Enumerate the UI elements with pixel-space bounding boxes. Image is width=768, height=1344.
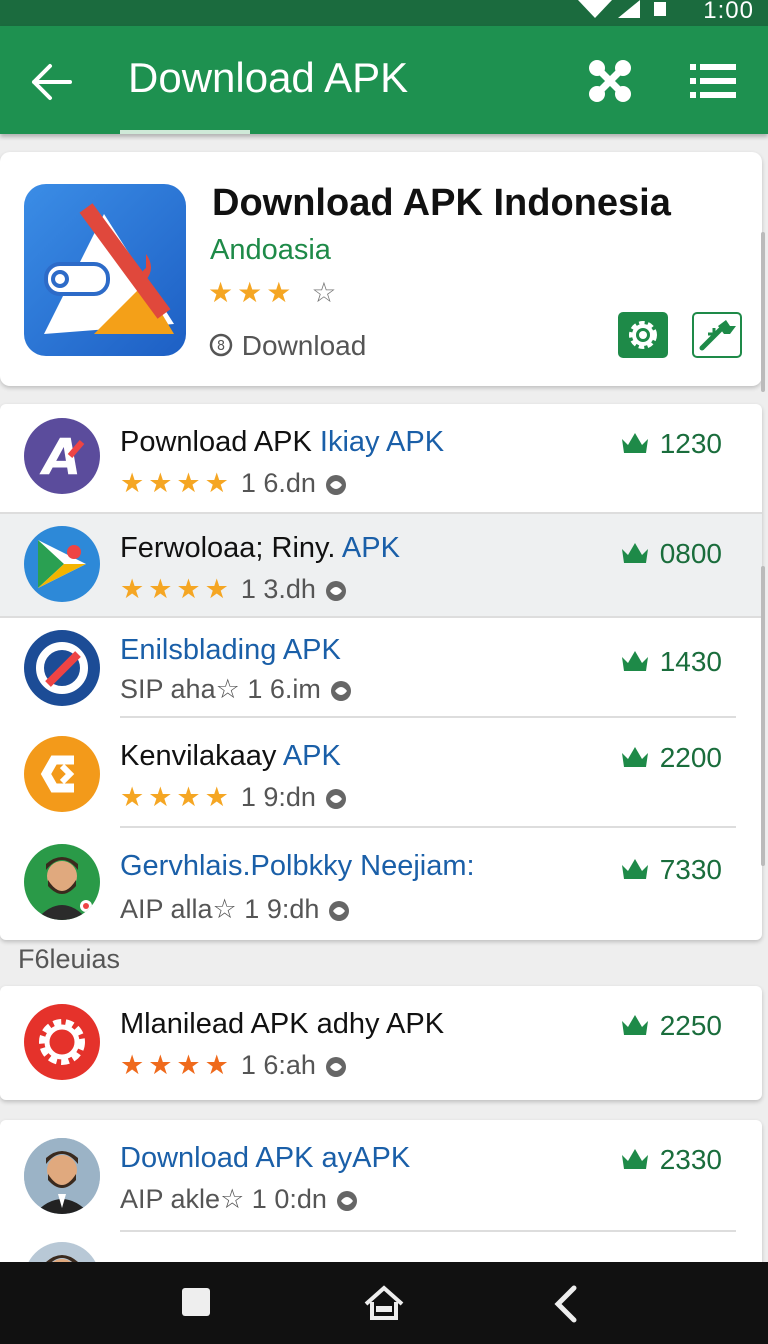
app-bar-title: Download APK [128,54,409,101]
wrench-icon [699,320,736,351]
crown-icon [621,859,648,879]
scrollbar[interactable] [761,232,765,392]
developer-name[interactable]: Andoasia [210,234,331,267]
list-item-meta: AIP akle☆ 1 0:dn [120,1184,359,1215]
stars-empty: ☆ [311,277,341,308]
download-count: 2330 [620,1144,722,1176]
globe-icon [329,900,350,921]
app-logo[interactable] [24,184,186,356]
app-icon [24,526,100,602]
crown-icon [621,1149,648,1169]
list-item-meta: ★★★★ 1 6:ah [120,1050,348,1081]
download-count: 1230 [620,428,722,460]
list-item-title: Mlanilead APK adhy APK [120,1008,445,1040]
home-icon[interactable] [362,1284,406,1322]
app-icon [24,630,100,706]
back-arrow-icon[interactable] [30,60,74,104]
list-item[interactable]: Kenvilakaay APK ★★★★ 1 9:dn 2200 [0,718,762,828]
list-item-meta: ★★★★ 1 6.dn [120,468,348,499]
apk-list-secondary: Mlanilead APK adhy APK ★★★★ 1 6:ah 2250 [0,986,762,1100]
list-item-title: Ferwoloaa; Riny. APK [120,532,400,564]
crown-icon [621,1015,648,1035]
download-count: 1430 [620,646,722,678]
avatar [24,1138,100,1214]
apk-list-tertiary: Download APK ayAPK AIP akle☆ 1 0:dn 2330 [0,1120,762,1270]
list-item-meta: ★★★★ 1 3.dh [120,574,348,605]
recents-icon[interactable] [180,1284,212,1320]
status-bar: 1:00 [0,0,768,26]
settings-button[interactable] [618,312,668,358]
share-button[interactable] [692,312,742,358]
crown-icon [621,433,648,453]
list-item-meta: AIP alla☆ 1 9:dh [120,894,351,925]
list-item-title: Download APK ayAPK [120,1142,411,1174]
globe-icon [325,474,346,495]
rating-stars: ★★★ ☆ [208,276,340,309]
download-count: 2200 [620,742,722,774]
download-info[interactable]: 8 Download [208,330,366,362]
list-menu-icon[interactable] [690,60,736,102]
section-label: F6leuias [18,944,121,974]
tools-icon[interactable] [585,56,635,106]
app-name: Download APK Indonesia [212,182,671,224]
list-item[interactable]: Download APK ayAPK AIP akle☆ 1 0:dn 2330 [0,1120,762,1232]
download-count: 0800 [620,538,722,570]
app-bar: Download APK [0,26,768,134]
app-header-card: Download APK Indonesia Andoasia ★★★ ☆ 8 D… [0,152,762,386]
clock: 1:00 [703,0,754,24]
tab-indicator [120,130,250,134]
list-item[interactable]: Enilsblading APK SIP aha☆ 1 6.im 1430 [0,618,762,718]
globe-icon [325,1056,346,1077]
list-item-title: Pownload APK Ikiay APK [120,426,445,458]
app-icon: A [24,418,100,494]
list-item-meta: ★★★★ 1 9:dn [120,782,348,813]
download-count: 2250 [620,1010,722,1042]
list-item-title: Kenvilakaay APK [120,740,341,772]
download-count-icon: 8 [209,333,233,357]
list-item[interactable]: Gervhlais.Polbkky Neejiam: AIP alla☆ 1 9… [0,828,762,940]
app-logo-graphic [44,203,174,334]
app-icon [24,736,100,812]
globe-icon [325,580,346,601]
navigation-bar [0,1262,768,1344]
svg-text:A: A [39,428,82,486]
signal-wifi-battery-icons [578,0,666,18]
globe-icon [330,680,351,701]
crown-icon [621,747,648,767]
list-item[interactable]: Ferwoloaa; Riny. APK ★★★★ 1 3.dh 0800 [0,514,762,618]
download-label: Download [241,330,367,361]
list-item-meta: SIP aha☆ 1 6.im [120,674,353,705]
svg-text:8: 8 [217,339,225,354]
app-icon [24,1004,100,1080]
globe-icon [325,788,346,809]
globe-icon [336,1190,357,1211]
download-count: 7330 [620,854,722,886]
back-icon[interactable] [552,1284,580,1324]
list-item[interactable]: A Pownload APK Ikiay APK ★★★★ 1 6.dn 1230 [0,404,762,514]
stars-filled: ★★★ [208,277,296,308]
crown-icon [621,651,648,671]
crown-icon [621,543,648,563]
apk-list: A Pownload APK Ikiay APK ★★★★ 1 6.dn 1230… [0,404,762,940]
list-item-title: Enilsblading APK [120,634,341,666]
gear-icon [629,321,657,349]
list-item[interactable]: Mlanilead APK adhy APK ★★★★ 1 6:ah 2250 [0,986,762,1100]
scrollbar[interactable] [761,566,765,866]
avatar [24,844,100,920]
list-item-title: Gervhlais.Polbkky Neejiam: [120,850,475,882]
